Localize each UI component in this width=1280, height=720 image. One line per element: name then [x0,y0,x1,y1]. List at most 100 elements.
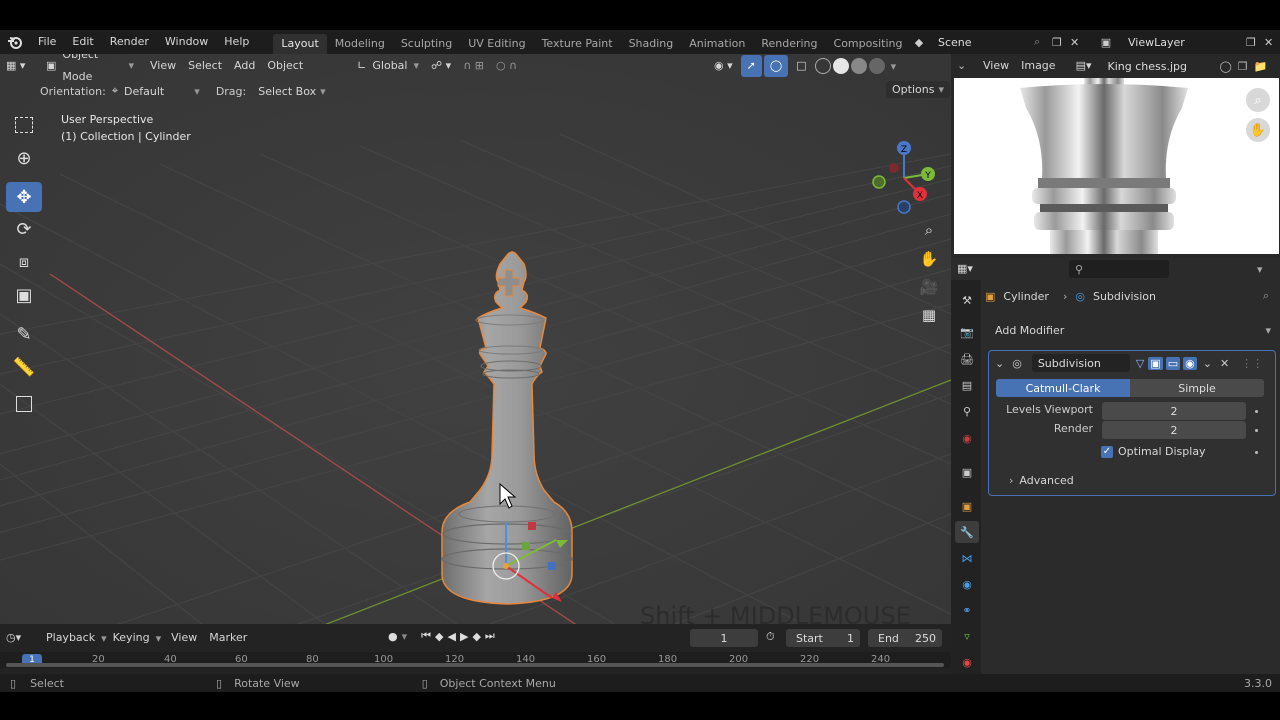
tab-sculpting[interactable]: Sculpting [393,34,460,54]
menu-timeline-view[interactable]: View [165,627,203,649]
tab-animation[interactable]: Animation [681,34,753,54]
menu-keying[interactable]: Keying [107,627,156,649]
simple-button[interactable]: Simple [1130,379,1264,397]
annotate-tool[interactable]: ✎ [6,319,42,349]
tab-texture-paint[interactable]: Texture Paint [534,34,621,54]
play-reverse-icon[interactable]: ◀ [448,630,456,643]
overlay-toggle-icon[interactable]: ◯ [763,55,789,77]
render-properties-tab[interactable]: 📷 [955,321,979,343]
record-icon[interactable]: ● [388,630,398,643]
navigation-gizmo[interactable]: Z Y X [866,140,942,218]
orientation-dropdown[interactable]: ⌖ Default ▾ [112,84,200,98]
options-dropdown[interactable]: Options ▾ [886,81,950,98]
menu-render[interactable]: Render [102,30,157,54]
zoom-view-button[interactable]: ⌕ [916,217,942,243]
end-frame-field[interactable]: End 250 [868,629,942,647]
physics-properties-tab[interactable]: ◉ [955,573,979,595]
new-image-icon[interactable]: ❐ [1238,60,1248,73]
optimal-display-checkbox[interactable]: ✓ [1101,445,1113,458]
catmull-clark-button[interactable]: Catmull-Clark [996,379,1130,397]
transform-tool[interactable]: ▣ [6,280,42,310]
pin-icon[interactable]: ⌕ [1034,35,1052,49]
menu-help[interactable]: Help [216,30,257,54]
current-frame-field[interactable]: 1 [690,629,758,647]
view-layer-properties-tab[interactable]: ▤ [955,374,979,396]
menu-object[interactable]: Object [261,55,309,77]
remove-viewlayer-icon[interactable]: ✕ [1264,36,1280,49]
editor-type-icon[interactable]: ▦ ▾ [0,55,40,77]
edit-mode-icon[interactable]: ▣ [1148,356,1163,370]
realtime-display-icon[interactable]: ▭ [1165,356,1181,370]
reference-image[interactable]: ⌕ ✋ [954,78,1279,254]
material-shading-icon[interactable] [850,58,867,74]
timeline-ruler[interactable]: 1 20 40 60 80 100 120 140 160 180 200 22… [0,652,951,668]
menu-file[interactable]: File [30,30,64,54]
render-camera-icon[interactable]: ◉ [1183,356,1197,370]
menu-marker[interactable]: Marker [203,627,253,649]
menu-image-view[interactable]: View [977,55,1015,77]
tab-shading[interactable]: Shading [621,34,682,54]
tab-compositing[interactable]: Compositing [826,34,911,54]
blender-logo-icon[interactable] [0,35,30,49]
tab-rendering[interactable]: Rendering [753,34,825,54]
select-box-tool[interactable] [6,110,42,140]
levels-viewport-field[interactable]: 2 [1102,402,1246,420]
image-browse-icon[interactable]: ▤▾ [1070,55,1098,77]
keyframe-dot-icon[interactable] [1255,410,1258,413]
timeline-editor-type-icon[interactable]: ◷▾ [0,627,36,649]
3d-viewport[interactable]: ▦ ▾ ▣ Object Mode ▾ View Select Add Obje… [0,54,951,624]
properties-search-input[interactable]: ⚲ [1069,260,1169,278]
image-pan-button[interactable]: ✋ [1246,118,1270,142]
constraints-properties-tab[interactable]: ⚭ [955,599,979,621]
pivot-point-icon[interactable]: ☍ ▾ [425,55,457,77]
visibility-eye-icon[interactable]: ◉ ▾ [708,55,739,77]
transform-orientation-dropdown[interactable]: ∟ Global ▾ [351,55,425,77]
next-keyframe-icon[interactable]: ◆ [472,630,480,643]
scene-selector[interactable]: ◆ Scene ⌕ ❐ ✕ [908,33,1084,51]
wireframe-shading-icon[interactable] [814,58,831,74]
ortho-toggle-button[interactable]: ▦ [916,302,942,328]
tab-modeling[interactable]: Modeling [327,34,393,54]
menu-view[interactable]: View [144,55,182,77]
keyframe-dot-icon[interactable] [1255,451,1258,454]
image-zoom-button[interactable]: ⌕ [1246,88,1270,112]
menu-playback[interactable]: Playback [40,627,101,649]
stopwatch-icon[interactable]: ⏱ [766,630,775,644]
new-viewlayer-icon[interactable]: ❐ [1246,36,1264,49]
chevron-down-icon[interactable]: ▾ [1257,263,1263,276]
world-properties-tab[interactable]: ◉ [955,427,979,449]
on-cage-icon[interactable]: ▽ [1136,357,1144,370]
object-properties-tab[interactable]: ▣ [955,495,979,517]
remove-scene-icon[interactable]: ✕ [1070,36,1084,49]
xray-toggle-icon[interactable]: □ [790,55,812,77]
pan-view-button[interactable]: ✋ [916,246,942,272]
gizmo-toggle-icon[interactable]: ➚ [740,55,762,77]
particles-properties-tab[interactable]: ⋈ [955,547,979,569]
data-properties-tab[interactable]: ▿ [955,625,979,647]
menu-window[interactable]: Window [157,30,216,54]
rotate-tool[interactable]: ⟳ [6,214,42,244]
camera-view-button[interactable]: 🎥 [916,274,942,300]
collapse-chevron-icon[interactable]: ⌄ [995,357,1004,370]
timeline-scrollbar[interactable] [6,663,944,667]
prev-keyframe-icon[interactable]: ◆ [435,630,443,643]
tool-properties-tab[interactable]: ⚒ [955,289,979,311]
modifier-name-field[interactable]: Subdivision [1031,354,1130,372]
play-icon[interactable]: ▶ [460,630,468,643]
cursor-tool[interactable]: ⊕ [6,143,42,173]
viewlayer-selector[interactable]: ▣ ViewLayer ❐ ✕ [1094,33,1280,51]
modifier-properties-tab[interactable]: 🔧 [955,521,979,543]
menu-select[interactable]: Select [182,55,228,77]
advanced-subpanel-header[interactable]: › Advanced [1009,474,1074,487]
pin-icon[interactable]: ⌕ [1263,289,1269,303]
chevron-down-icon[interactable]: ▾ [887,60,901,73]
neg-y-handle[interactable] [872,175,886,189]
jump-start-icon[interactable]: ⏮ [421,629,431,643]
tab-uv-editing[interactable]: UV Editing [460,34,533,54]
neg-x-handle[interactable] [889,163,899,173]
move-tool[interactable]: ✥ [6,182,42,212]
rendered-shading-icon[interactable] [868,58,885,74]
tab-layout[interactable]: Layout [273,34,327,54]
render-levels-field[interactable]: 2 [1102,421,1246,439]
open-image-icon[interactable]: 📁 [1254,60,1268,73]
